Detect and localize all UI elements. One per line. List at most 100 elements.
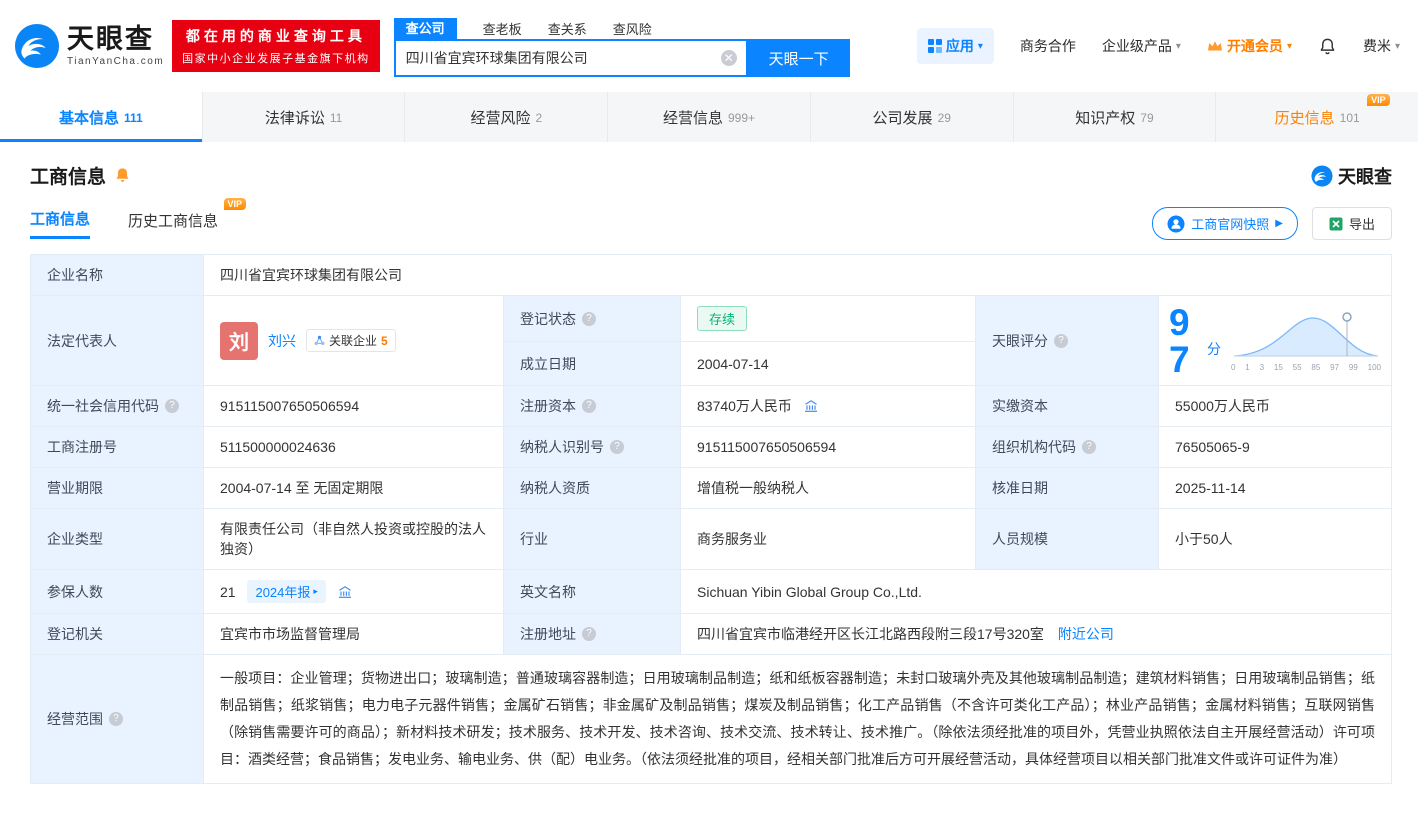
uscc-value: 915115007650506594 <box>204 386 504 427</box>
tab-company-development[interactable]: 公司发展29 <box>811 92 1014 142</box>
search-input-wrap: ✕ <box>394 39 748 77</box>
tianyan-score-cell[interactable]: 97 分 0131555859799100 <box>1159 296 1392 386</box>
nearby-companies-link[interactable]: 附近公司 <box>1058 626 1114 642</box>
registration-authority-value: 宜宾市市场监督管理局 <box>204 614 504 655</box>
top-nav: 应用 ▾ 商务合作 企业级产品 ▾ 开通会员 ▾ 费米 ▾ <box>917 28 1400 64</box>
status-label-cell: 登记状态? <box>504 296 681 342</box>
tab-legal-litigation[interactable]: 法律诉讼11 <box>203 92 406 142</box>
insured-count-label: 参保人数 <box>31 570 204 614</box>
staff-size-label: 人员规模 <box>976 509 1159 570</box>
search-tab-boss[interactable]: 查老板 <box>483 20 522 39</box>
brand-name: 天眼查 <box>67 26 164 53</box>
establish-date-value: 2004-07-14 <box>681 342 976 386</box>
score-unit: 分 <box>1207 339 1221 359</box>
legal-rep-link[interactable]: 刘兴 <box>268 331 296 351</box>
export-button[interactable]: 导出 <box>1312 207 1392 240</box>
person-circle-icon <box>1167 215 1185 233</box>
search-tab-risk[interactable]: 查风险 <box>613 20 652 39</box>
insured-history-icon[interactable] <box>338 585 352 599</box>
official-snapshot-button[interactable]: 工商官网快照 ▶ <box>1152 207 1298 240</box>
taxpayer-quality-value: 增值税一般纳税人 <box>681 468 976 509</box>
help-icon[interactable]: ? <box>610 440 624 454</box>
help-icon[interactable]: ? <box>582 399 596 413</box>
chevron-down-icon: ▾ <box>1176 41 1181 52</box>
vip-badge: VIP <box>1367 94 1390 107</box>
business-term-value: 2004-07-14 至 无固定期限 <box>204 468 504 509</box>
section-watermark-logo: 天眼查 <box>1311 163 1392 189</box>
tab-history-info[interactable]: 历史信息101 VIP <box>1216 92 1418 142</box>
help-icon[interactable]: ? <box>582 627 596 641</box>
clear-search-icon[interactable]: ✕ <box>721 50 737 66</box>
tab-basic-info[interactable]: 基本信息111 <box>0 92 203 142</box>
taxpayer-quality-label: 纳税人资质 <box>504 468 681 509</box>
legal-rep-avatar[interactable]: 刘 <box>220 322 258 360</box>
search-tab-relation[interactable]: 查关系 <box>548 20 587 39</box>
address-value: 四川省宜宾市临港经开区长江北路西段附三段17号320室 <box>697 626 1044 642</box>
related-companies-badge[interactable]: 关联企业 5 <box>306 329 396 352</box>
nav-user[interactable]: 费米 ▾ <box>1363 36 1400 56</box>
industry-label: 行业 <box>504 509 681 570</box>
status-badge: 存续 <box>697 306 747 331</box>
score-axis: 0131555859799100 <box>1231 363 1381 372</box>
taxpayer-id-label-cell: 纳税人识别号? <box>504 427 681 468</box>
chevron-down-icon: ▾ <box>1395 41 1400 52</box>
search-tab-company[interactable]: 查公司 <box>394 18 457 39</box>
company-name-label: 企业名称 <box>31 255 204 296</box>
relation-graph-icon <box>314 335 325 346</box>
subscribe-bell-icon[interactable] <box>114 167 131 184</box>
help-icon[interactable]: ? <box>582 312 596 326</box>
subtab-business-info[interactable]: 工商信息 <box>30 208 90 239</box>
search-button[interactable]: 天眼一下 <box>748 39 850 77</box>
insured-count-cell: 21 2024年报 ▸ <box>204 570 504 614</box>
nav-cooperation[interactable]: 商务合作 <box>1020 36 1076 56</box>
business-scope-label-cell: 经营范围? <box>31 655 204 784</box>
score-label-cell: 天眼评分? <box>976 296 1159 386</box>
help-icon[interactable]: ? <box>1082 440 1096 454</box>
tianyancha-logo-icon <box>14 23 60 69</box>
english-name-label: 英文名称 <box>504 570 681 614</box>
annual-report-badge[interactable]: 2024年报 ▸ <box>247 580 325 603</box>
uscc-label-cell: 统一社会信用代码? <box>31 386 204 427</box>
search-input[interactable] <box>396 50 746 66</box>
tab-business-risk[interactable]: 经营风险2 <box>405 92 608 142</box>
org-code-label-cell: 组织机构代码? <box>976 427 1159 468</box>
legal-rep-cell: 刘 刘兴 关联企业 5 <box>204 296 504 386</box>
company-name-value: 四川省宜宾环球集团有限公司 <box>204 255 1392 296</box>
paid-capital-value: 55000万人民币 <box>1159 386 1392 427</box>
reg-capital-value: 83740万人民币 <box>697 398 792 414</box>
tianyancha-logo[interactable]: 天眼查 TianYanCha.com <box>14 23 164 69</box>
nav-apps[interactable]: 应用 ▾ <box>917 28 994 64</box>
reg-capital-label-cell: 注册资本? <box>504 386 681 427</box>
section-title: 工商信息 <box>30 162 106 189</box>
help-icon[interactable]: ? <box>109 712 123 726</box>
chevron-down-icon: ▾ <box>1287 41 1292 52</box>
capital-history-icon[interactable] <box>804 399 818 413</box>
vip-badge: VIP <box>224 198 247 211</box>
search-tabs: 查公司 查老板 查关系 查风险 <box>394 15 850 39</box>
company-type-label: 企业类型 <box>31 509 204 570</box>
top-header: 天眼查 TianYanCha.com 都在用的商业查询工具 国家中小企业发展子基… <box>0 0 1418 92</box>
help-icon[interactable]: ? <box>1054 334 1068 348</box>
business-info-table: 企业名称 四川省宜宾环球集团有限公司 法定代表人 刘 刘兴 <box>30 254 1392 784</box>
arrow-right-icon: ▸ <box>313 586 318 597</box>
tab-intellectual-property[interactable]: 知识产权79 <box>1014 92 1217 142</box>
registration-authority-label: 登记机关 <box>31 614 204 655</box>
status-value-cell: 存续 <box>681 296 976 342</box>
tab-business-info[interactable]: 经营信息999+ <box>608 92 811 142</box>
help-icon[interactable]: ? <box>165 399 179 413</box>
approval-date-value: 2025-11-14 <box>1159 468 1392 509</box>
company-section-tabs: 基本信息111 法律诉讼11 经营风险2 经营信息999+ 公司发展29 知识产… <box>0 92 1418 142</box>
subtab-history-business-info[interactable]: 历史工商信息 VIP <box>128 210 218 238</box>
staff-size-value: 小于50人 <box>1159 509 1392 570</box>
subtab-row: 工商信息 历史工商信息 VIP 工商官网快照 ▶ 导出 <box>0 195 1418 250</box>
nav-enterprise-products[interactable]: 企业级产品 ▾ <box>1102 36 1181 56</box>
reg-capital-cell: 83740万人民币 <box>681 386 976 427</box>
reg-number-value: 511500000024636 <box>204 427 504 468</box>
arrow-right-icon: ▶ <box>1275 218 1283 229</box>
paid-capital-label: 实缴资本 <box>976 386 1159 427</box>
approval-date-label: 核准日期 <box>976 468 1159 509</box>
excel-icon <box>1329 217 1343 231</box>
nav-open-vip[interactable]: 开通会员 ▾ <box>1207 36 1292 56</box>
notification-bell-icon[interactable] <box>1318 37 1337 56</box>
slogan-line2: 国家中小企业发展子基金旗下机构 <box>182 50 370 66</box>
